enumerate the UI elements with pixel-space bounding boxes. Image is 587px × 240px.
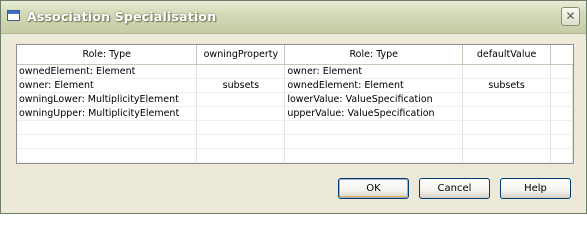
cell-role-type-right[interactable]	[284, 120, 464, 135]
cell-role-type-left[interactable]	[17, 120, 198, 135]
cell-role-type-right[interactable]: owner: Element	[284, 64, 464, 79]
cancel-button[interactable]: Cancel	[419, 178, 490, 199]
cell-filler	[550, 120, 573, 135]
close-icon: ✕	[565, 9, 576, 23]
cell-owning-property[interactable]	[196, 120, 286, 135]
cell-owning-property[interactable]	[196, 148, 286, 163]
cell-default-value[interactable]	[462, 134, 552, 149]
cell-filler	[550, 148, 573, 163]
table-header-row: Role: Type owningProperty Role: Type def…	[17, 45, 573, 65]
cell-default-value[interactable]	[462, 106, 552, 121]
cell-default-value[interactable]	[462, 92, 552, 107]
cell-role-type-left[interactable]: owner: Element	[17, 78, 198, 93]
cell-owning-property[interactable]	[196, 134, 286, 149]
table-row[interactable]	[17, 134, 573, 149]
cell-default-value[interactable]	[462, 64, 552, 79]
cell-role-type-left[interactable]: owningLower: MultiplicityElement	[17, 92, 198, 107]
cell-role-type-right[interactable]: ownedElement: Element	[284, 78, 464, 93]
cell-filler	[550, 78, 573, 93]
specialisation-table: Role: Type owningProperty Role: Type def…	[16, 44, 574, 164]
cell-default-value[interactable]: subsets	[462, 78, 552, 93]
cell-owning-property[interactable]	[196, 106, 286, 121]
ok-button[interactable]: OK	[338, 178, 409, 199]
association-specialisation-dialog: Association Specialisation ✕ Role: Type …	[0, 0, 587, 214]
cell-role-type-right[interactable]: lowerValue: ValueSpecification	[284, 92, 464, 107]
cell-role-type-left[interactable]: owningUpper: MultiplicityElement	[17, 106, 198, 121]
table-row[interactable]: owningUpper: MultiplicityElement upperVa…	[17, 106, 573, 121]
cell-role-type-left[interactable]	[17, 148, 198, 163]
table-row[interactable]: ownedElement: Element owner: Element	[17, 64, 573, 79]
title-bar[interactable]: Association Specialisation ✕	[1, 1, 586, 34]
table-row[interactable]	[17, 148, 573, 163]
cell-filler	[550, 92, 573, 107]
table-row[interactable]	[17, 120, 573, 135]
cell-role-type-right[interactable]: upperValue: ValueSpecification	[284, 106, 464, 121]
cell-role-type-left[interactable]: ownedElement: Element	[17, 64, 198, 79]
column-header-role-type-left[interactable]: Role: Type	[17, 45, 198, 65]
window-icon	[7, 10, 20, 21]
cell-role-type-right[interactable]	[284, 134, 464, 149]
cell-role-type-right[interactable]	[284, 148, 464, 163]
table-row[interactable]: owningLower: MultiplicityElement lowerVa…	[17, 92, 573, 107]
cell-default-value[interactable]	[462, 120, 552, 135]
column-header-filler	[550, 45, 573, 65]
cell-role-type-left[interactable]	[17, 134, 198, 149]
cell-owning-property[interactable]	[196, 64, 286, 79]
cell-filler	[550, 106, 573, 121]
cell-filler	[550, 134, 573, 149]
close-button[interactable]: ✕	[561, 7, 580, 26]
column-header-role-type-right[interactable]: Role: Type	[284, 45, 464, 65]
column-header-owning-property[interactable]: owningProperty	[196, 45, 286, 65]
cell-filler	[550, 64, 573, 79]
column-header-default-value[interactable]: defaultValue	[462, 45, 552, 65]
window-title: Association Specialisation	[27, 9, 217, 24]
cell-owning-property[interactable]	[196, 92, 286, 107]
cell-default-value[interactable]	[462, 148, 552, 163]
help-button[interactable]: Help	[500, 178, 571, 199]
cell-owning-property[interactable]: subsets	[196, 78, 286, 93]
table-row[interactable]: owner: Element subsets ownedElement: Ele…	[17, 78, 573, 93]
